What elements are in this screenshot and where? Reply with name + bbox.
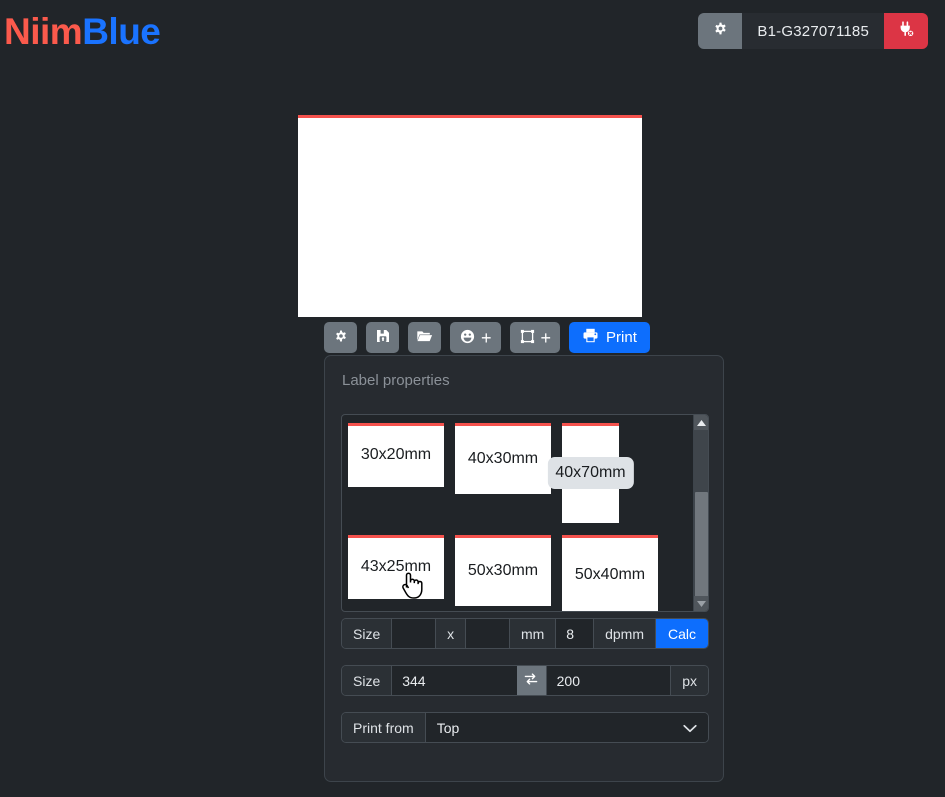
- print-from-value: Top: [436, 719, 460, 736]
- size-px-width-input[interactable]: [392, 666, 517, 695]
- label-preset-label: 50x40mm: [574, 566, 646, 583]
- smiley-plus-icon: [459, 328, 476, 348]
- toolbar-settings-button[interactable]: [324, 322, 357, 353]
- label-preset-item[interactable]: 40x70mm: [547, 423, 634, 523]
- label-preset-label: 40x70mm: [547, 457, 634, 489]
- size-px-row: Size px: [341, 665, 709, 696]
- label-preset-label: 50x30mm: [467, 561, 539, 579]
- scrollbar-thumb[interactable]: [695, 492, 708, 602]
- panel-title: Label properties: [342, 372, 450, 389]
- size-mm-label: Size: [342, 619, 393, 648]
- toolbar-add-shape-button[interactable]: +: [509, 322, 561, 353]
- label-preset-item[interactable]: 43x25mm: [348, 535, 444, 599]
- print-button-label: Print: [606, 329, 637, 346]
- printer-icon: [582, 327, 599, 348]
- size-px-unit-label: px: [670, 666, 708, 695]
- app-logo: NiimBlue: [4, 10, 161, 52]
- size-px-label: Size: [342, 666, 393, 695]
- toolbar-add-emoji-button[interactable]: +: [450, 322, 501, 353]
- size-mm-width-input[interactable]: [392, 619, 436, 648]
- frame-plus-icon: [519, 328, 536, 348]
- size-mm-separator: x: [435, 619, 467, 648]
- logo-text-secondary: Blue: [82, 10, 161, 52]
- size-mm-row: Size x mm dpmm Calc: [341, 618, 709, 649]
- plug-disconnect-icon: [897, 20, 915, 43]
- print-from-select[interactable]: Top: [425, 713, 708, 742]
- swap-arrows-icon: [523, 671, 539, 690]
- caret-down-icon[interactable]: [694, 596, 708, 611]
- size-mm-unit-label: mm: [508, 619, 557, 648]
- calc-button[interactable]: Calc: [655, 619, 708, 648]
- toolbar-add-shape-plus: +: [540, 327, 552, 348]
- size-px-height-input[interactable]: [545, 666, 671, 695]
- dpmm-unit-label: dpmm: [593, 619, 656, 648]
- caret-up-icon[interactable]: [694, 415, 708, 430]
- toolbar-open-button[interactable]: [408, 322, 441, 353]
- label-preset-item[interactable]: 30x20mm: [348, 423, 444, 487]
- print-from-label: Print from: [342, 713, 426, 742]
- label-preset-item[interactable]: 40x30mm: [455, 423, 551, 494]
- device-id-display: B1-G327071185: [742, 13, 884, 49]
- dpmm-input[interactable]: [556, 619, 594, 648]
- label-canvas-sheet[interactable]: [298, 115, 642, 317]
- chevron-down-icon: [683, 720, 697, 736]
- label-preset-item[interactable]: 50x40mm: [562, 535, 658, 611]
- label-canvas-preview[interactable]: [298, 115, 642, 317]
- label-preset-label: 40x30mm: [467, 449, 539, 467]
- label-preset-item[interactable]: 50x30mm: [455, 535, 551, 606]
- label-preset-list[interactable]: 30x20mm 40x30mm 40x70mm 43x25mm 50x30mm 50x40…: [341, 414, 709, 612]
- editor-toolbar: + + Print: [324, 322, 650, 353]
- app-header: NiimBlue B1-G327071185: [0, 0, 945, 62]
- toolbar-save-button[interactable]: [366, 322, 399, 353]
- gear-icon: [712, 20, 729, 42]
- print-from-row: Print from Top: [341, 712, 709, 743]
- floppy-save-icon: [375, 328, 391, 347]
- connection-settings-button[interactable]: [698, 13, 743, 49]
- logo-text-primary: Niim: [4, 10, 83, 52]
- toolbar-add-emoji-plus: +: [481, 327, 492, 348]
- label-properties-panel: Label properties 30x20mm 40x30mm 40x70mm 43…: [324, 355, 724, 782]
- connection-group: B1-G327071185: [698, 13, 928, 49]
- label-preset-label: 30x20mm: [360, 446, 432, 463]
- print-button[interactable]: Print: [569, 322, 650, 353]
- scrollbar-track[interactable]: [694, 430, 708, 602]
- preset-list-scrollbar[interactable]: [693, 415, 708, 611]
- size-mm-height-input[interactable]: [466, 619, 509, 648]
- swap-dimensions-button[interactable]: [516, 666, 546, 695]
- gear-icon: [333, 328, 349, 347]
- folder-open-icon: [416, 328, 433, 348]
- label-preset-label: 43x25mm: [360, 558, 432, 575]
- disconnect-button[interactable]: [884, 13, 928, 49]
